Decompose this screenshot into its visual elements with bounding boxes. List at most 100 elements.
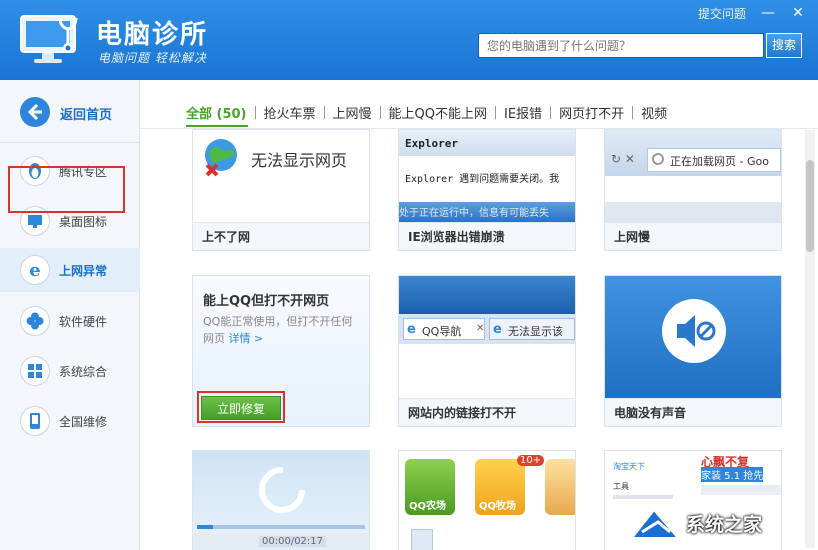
browser-tab: 正在加载网页 - Goo xyxy=(647,148,781,172)
minimize-icon[interactable]: — xyxy=(760,6,776,22)
reload-icon: ↻ ✕ xyxy=(611,152,635,166)
back-arrow-icon xyxy=(20,97,50,127)
phone-icon xyxy=(20,406,50,436)
ie-icon: e xyxy=(493,322,502,337)
tab-video[interactable]: 视频 xyxy=(635,103,673,122)
sidebar-item-label: 上网异常 xyxy=(59,264,108,278)
tab-all[interactable]: 全部 (50) xyxy=(186,103,253,122)
window-controls: 提交问题 — ✕ xyxy=(698,5,806,22)
browser-content xyxy=(605,202,781,222)
active-item-highlight-frame xyxy=(8,166,125,213)
tab-page-wont-open[interactable]: 网页打不开 xyxy=(553,103,630,122)
scrollbar-thumb[interactable] xyxy=(806,160,814,252)
browser-tab-title: QQ导航 xyxy=(422,325,462,338)
issue-card-video[interactable]: 00:00/02:17 xyxy=(192,450,370,550)
sidebar-item-label: 全国维修 xyxy=(59,415,108,429)
issue-card-links-broken[interactable]: e QQ导航 ✕ e 无法显示该 网站内的链接打不开 xyxy=(398,275,576,427)
card-thumbnail: ↻ ✕ 正在加载网页 - Goo xyxy=(605,130,781,222)
windows-icon xyxy=(20,356,50,386)
browser-tab-qq: e QQ导航 ✕ xyxy=(403,318,485,340)
page-text: 工具 xyxy=(613,482,629,491)
search-box xyxy=(478,33,764,58)
card-caption: 上网慢 xyxy=(605,222,781,250)
sidebar-item-software-hardware[interactable]: 软件硬件 xyxy=(0,299,140,343)
fix-button-highlight-frame xyxy=(197,391,285,423)
card-thumbnail: Explorer Explorer 遇到问题需要关闭。我 处于正在运行中，信息有… xyxy=(399,130,575,222)
ie-icon: e xyxy=(20,255,50,285)
search-input[interactable] xyxy=(479,34,763,57)
issue-card-games[interactable]: QQ农场 QQ牧场 10+ xyxy=(398,450,576,550)
app-title: 电脑诊所 xyxy=(96,20,209,50)
tab-divider xyxy=(379,105,381,119)
browser-tab-title: 正在加载网页 - Goo xyxy=(670,155,769,168)
watermark-logo-icon xyxy=(629,508,681,539)
video-time: 00:00/02:17 xyxy=(259,536,327,547)
app-header: 电脑诊所 电脑问题 轻松解决 提交问题 — ✕ 搜索 xyxy=(0,0,818,80)
details-link[interactable]: 详情 > xyxy=(229,332,264,345)
page-link: 淘宝天下 xyxy=(613,462,645,471)
app-slogan: 电脑问题 轻松解决 xyxy=(98,51,207,65)
category-tabs: 全部 (50) 抢火车票 上网慢 能上QQ不能上网 IE报错 网页打不开 视频 xyxy=(186,100,673,124)
tab-divider xyxy=(550,105,552,119)
back-home-button[interactable]: 返回首页 xyxy=(0,94,140,130)
dialog-footer: 处于正在运行中，信息有可能丢失 xyxy=(399,202,575,222)
tab-divider xyxy=(495,105,496,119)
muted-speaker-icon xyxy=(662,299,726,363)
card-caption: 网站内的链接打不开 xyxy=(399,398,575,426)
tab-qq-no-web[interactable]: 能上QQ不能上网 xyxy=(383,103,493,122)
featured-desc-text: QQ能正常使用，但打不开任何网页 xyxy=(203,315,353,345)
clover-icon xyxy=(20,306,50,336)
sidebar-divider xyxy=(0,142,140,143)
count-badge: 10+ xyxy=(517,455,545,466)
ie-icon: e xyxy=(407,322,416,337)
sidebar-item-repair[interactable]: 全国维修 xyxy=(0,399,140,443)
tab-train-tickets[interactable]: 抢火车票 xyxy=(258,103,322,122)
browser-frame xyxy=(399,276,575,314)
tab-ie-error[interactable]: IE报错 xyxy=(498,103,548,122)
sidebar-item-system[interactable]: 系统综合 xyxy=(0,349,140,393)
card-thumbnail: e QQ导航 ✕ e 无法显示该 xyxy=(399,276,575,398)
card-caption: IE浏览器出错崩溃 xyxy=(399,222,575,250)
issue-card-ie-crash[interactable]: Explorer Explorer 遇到问题需要关闭。我 处于正在运行中，信息有… xyxy=(398,129,576,251)
sidebar-item-label: 桌面图标 xyxy=(59,215,108,229)
game-label: QQ牧场 xyxy=(479,501,517,512)
video-progress-bar[interactable] xyxy=(197,525,365,529)
sidebar-item-network[interactable]: e 上网异常 xyxy=(0,248,140,292)
game-icon xyxy=(545,459,575,515)
issue-card-no-sound[interactable]: 电脑没有声音 xyxy=(604,275,782,427)
watermark: 系统之家 xyxy=(628,498,818,548)
sidebar: 返回首页 腾讯专区 桌面图标 e 上网异常 软件硬件 系统综合 全国维修 xyxy=(0,80,140,550)
globe-error-icon xyxy=(205,139,237,177)
video-progress-fill xyxy=(197,525,213,529)
sidebar-item-label: 软件硬件 xyxy=(59,315,108,329)
report-problem-link[interactable]: 提交问题 xyxy=(698,5,746,22)
stethoscope-monitor-logo xyxy=(20,15,78,63)
issue-card-slow-network[interactable]: ↻ ✕ 正在加载网页 - Goo 上网慢 xyxy=(604,129,782,251)
active-tab-indicator xyxy=(186,125,248,127)
loading-spinner-icon xyxy=(652,153,664,165)
card-thumbnail: 00:00/02:17 xyxy=(193,451,369,550)
search-button[interactable]: 搜索 xyxy=(766,33,802,58)
card-thumbnail: QQ农场 QQ牧场 10+ xyxy=(399,451,575,550)
browser-tab-error: e 无法显示该 xyxy=(489,318,575,340)
tab-divider xyxy=(254,105,256,119)
featured-title: 能上QQ但打不开网页 xyxy=(203,294,330,309)
card-thumbnail: 无法显示网页 xyxy=(193,130,369,222)
close-icon: ✕ xyxy=(476,323,485,334)
dialog-footer-text: 处于正在运行中，信息有可能丢失 xyxy=(399,208,549,219)
dialog-title: Explorer xyxy=(405,137,458,150)
issue-card-no-internet[interactable]: 无法显示网页 上不了网 xyxy=(192,129,370,251)
card-caption: 上不了网 xyxy=(193,222,369,250)
issue-card-featured[interactable]: 能上QQ但打不开网页 QQ能正常使用，但打不开任何网页 详情 > 立即修复 xyxy=(192,275,370,427)
svg-text:e: e xyxy=(29,260,40,281)
tab-divider xyxy=(323,105,325,119)
close-icon[interactable]: ✕ xyxy=(790,6,806,22)
loading-ring-icon xyxy=(259,467,305,513)
qq-ranch-icon: QQ牧场 xyxy=(475,459,525,515)
thumb-error-text: 无法显示网页 xyxy=(251,151,348,170)
qq-farm-icon: QQ农场 xyxy=(405,459,455,515)
tab-divider xyxy=(632,105,634,119)
dialog-message: Explorer 遇到问题需要关闭。我 xyxy=(405,174,560,185)
back-home-label: 返回首页 xyxy=(60,108,113,123)
tab-slow-network[interactable]: 上网慢 xyxy=(327,103,378,122)
